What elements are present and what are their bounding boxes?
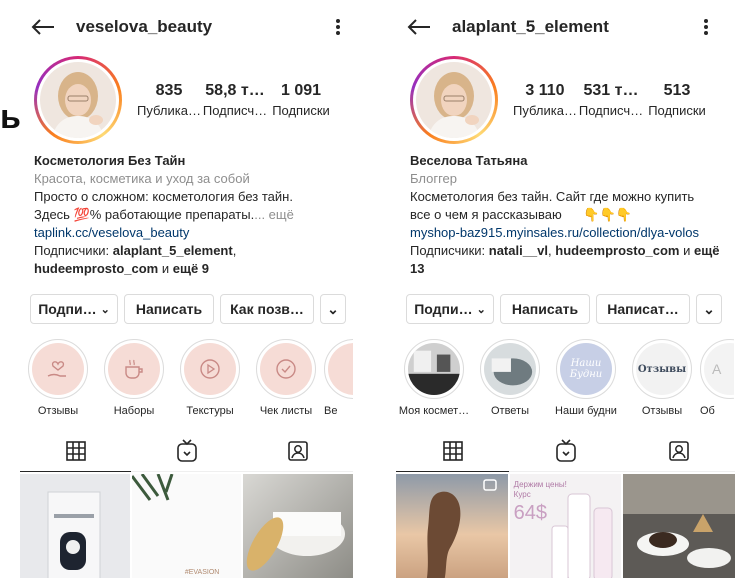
tagged-person-icon — [668, 440, 689, 461]
followers-count[interactable]: 58,8 т… Подписч… — [202, 82, 268, 118]
highlight-item[interactable]: Текстуры — [172, 339, 248, 417]
highlight-item[interactable]: Моя космет… — [396, 339, 472, 417]
contact-button[interactable]: Как позв… — [220, 294, 314, 324]
profile-avatar[interactable] — [410, 56, 498, 144]
bio-website-link[interactable]: taplink.cc/veselova_beauty — [34, 224, 339, 242]
profile-avatar[interactable] — [34, 56, 122, 144]
highlight-item[interactable]: Наборы — [96, 339, 172, 417]
profile-category: Красота, косметика и уход за собой — [34, 171, 250, 186]
follow-button[interactable]: Подпи… ⌄ — [406, 294, 494, 324]
bio-website-link[interactable]: myshop-baz915.myinsales.ru/collection/dl… — [410, 224, 721, 242]
profile-tabs — [396, 430, 735, 472]
tab-tagged[interactable] — [242, 430, 353, 471]
profile-name: Веселова Татьяна — [410, 153, 528, 168]
cosmetic-room-photo — [408, 343, 460, 395]
post-thumbnail[interactable]: #EVASION — [131, 474, 242, 578]
tab-igtv[interactable] — [131, 430, 242, 471]
highlight-item[interactable]: Ответы — [472, 339, 548, 417]
suggested-chevron-button[interactable]: ⌄ — [696, 294, 722, 324]
more-link[interactable]: ... ещё — [254, 207, 294, 222]
followers-count[interactable]: 531 т… Подписч… — [578, 82, 644, 118]
hand-heart-icon — [32, 343, 84, 395]
posts-count[interactable]: 3 110 Публика… — [512, 82, 578, 118]
more-options-icon[interactable] — [331, 17, 345, 37]
chevron-down-icon: ⌄ — [476, 303, 486, 316]
grid-icon — [442, 440, 463, 461]
tab-grid[interactable] — [396, 430, 509, 472]
price-label: 64$ — [513, 502, 548, 524]
contact-button[interactable]: Написат… — [596, 294, 690, 324]
back-arrow-icon[interactable] — [30, 17, 56, 37]
profile-actions: Подпи… ⌄ Написать Как позв… ⌄ — [20, 294, 353, 324]
followed-by[interactable]: Подписчики: alaplant_5_element, hudeempr… — [34, 242, 339, 278]
post-thumbnail[interactable]: Держим цены! Курс 64$ — [509, 474, 622, 578]
our-days-badge: Наши Будни — [560, 343, 612, 395]
profile-bio: Косметология Без Тайн Красота, косметика… — [20, 146, 353, 278]
post-thumbnail[interactable] — [243, 474, 353, 578]
post-thumbnail[interactable] — [623, 474, 735, 578]
promo-text: Держим цены! — [513, 480, 567, 489]
post-grid: #EVASION — [20, 474, 353, 578]
top-bar: veselova_beauty — [20, 0, 353, 54]
chevron-down-icon: ⌄ — [327, 300, 339, 317]
bio-line: Косметология без тайн. Сайт где можно ку… — [410, 189, 695, 204]
igtv-icon — [555, 438, 576, 462]
highlight-item[interactable]: А Об — [700, 339, 734, 417]
cropped-text-fragment: ы — [0, 98, 22, 136]
top-bar: alaplant_5_element — [396, 0, 735, 54]
post-grid: Держим цены! Курс 64$ — [396, 474, 735, 578]
followed-by[interactable]: Подписчики: natali__vl, hudeemprosto_com… — [410, 242, 721, 278]
chevron-down-icon: ⌄ — [703, 300, 715, 317]
profile-category: Блоггер — [410, 171, 458, 186]
reviews-badge: Отзывы — [636, 343, 688, 395]
chevron-down-icon: ⌄ — [100, 303, 110, 316]
following-count[interactable]: 513 Подписки — [644, 82, 710, 118]
highlight-item[interactable]: Отзывы Отзывы — [624, 339, 700, 417]
play-circle-icon — [184, 343, 236, 395]
profile-bio: Веселова Татьяна Блоггер Косметология бе… — [396, 146, 735, 278]
more-options-icon[interactable] — [699, 17, 713, 37]
profile-actions: Подпи… ⌄ Написать Написат… ⌄ — [396, 294, 732, 324]
follow-button[interactable]: Подпи… ⌄ — [30, 294, 118, 324]
check-circle-icon — [260, 343, 312, 395]
answers-photo — [484, 343, 536, 395]
highlight-item[interactable]: Отзывы — [20, 339, 96, 417]
story-highlights: Отзывы Наборы Текстуры Чек листы Ве — [20, 339, 353, 417]
profile-screen-alaplant: alaplant_5_element 3 110 Публика… 531 т…… — [396, 0, 735, 578]
bio-line: Здесь 💯% работающие препараты.... ещё — [34, 207, 294, 222]
post-thumbnail[interactable] — [396, 474, 508, 578]
tab-grid[interactable] — [20, 430, 131, 472]
highlight-item[interactable]: Наши Будни Наши будни — [548, 339, 624, 417]
bio-line: Просто о сложном: косметология без тайн. — [34, 189, 293, 204]
following-count[interactable]: 1 091 Подписки — [268, 82, 334, 118]
post-caption-tag: #EVASION — [184, 569, 220, 576]
highlight-item[interactable]: Ве — [324, 339, 353, 417]
bio-line: все о чем я рассказываю 👇👇👇 — [410, 207, 632, 222]
post-thumbnail[interactable] — [20, 474, 130, 578]
coffee-cup-icon — [108, 343, 160, 395]
tagged-person-icon — [287, 440, 308, 461]
profile-tabs — [20, 430, 353, 472]
back-arrow-icon[interactable] — [406, 17, 432, 37]
message-button[interactable]: Написать — [500, 294, 590, 324]
suggested-chevron-button[interactable]: ⌄ — [320, 294, 346, 324]
story-highlights: Моя космет… Ответы Наши Будни Наши будни… — [396, 339, 734, 417]
message-button[interactable]: Написать — [124, 294, 214, 324]
posts-count[interactable]: 835 Публика… — [136, 82, 202, 118]
tab-tagged[interactable] — [622, 430, 735, 471]
profile-name: Косметология Без Тайн — [34, 153, 186, 168]
profile-screen-veselova: veselova_beauty 835 Публика… 58,8 т… Под… — [20, 0, 353, 578]
promo-text: Курс — [513, 490, 531, 499]
highlight-item[interactable]: Чек листы — [248, 339, 324, 417]
profile-username: veselova_beauty — [76, 17, 213, 36]
igtv-icon — [176, 438, 197, 462]
hundred-emoji: 💯 — [73, 207, 90, 222]
profile-username: alaplant_5_element — [452, 17, 609, 36]
grid-icon — [65, 440, 86, 461]
tab-igtv[interactable] — [509, 430, 622, 471]
pointing-down-emoji: 👇👇👇 — [583, 207, 632, 222]
